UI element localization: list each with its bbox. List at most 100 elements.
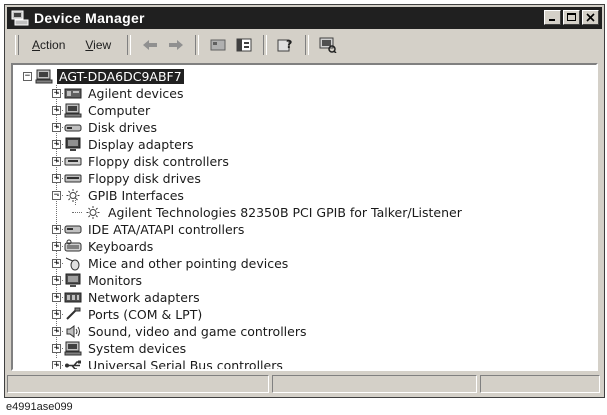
toolbar-separator <box>195 35 200 55</box>
network-adapter-icon <box>64 290 82 305</box>
figure-caption: e4991ase099 <box>6 401 73 413</box>
category-label[interactable]: Agilent devices <box>86 86 186 101</box>
maximize-button[interactable] <box>563 10 580 25</box>
status-cell <box>272 375 477 393</box>
category-item-gpib-interfaces[interactable]: − GPIB Interfaces <box>13 187 464 204</box>
category-label[interactable]: Mice and other pointing devices <box>86 256 290 271</box>
category-item-display-adapters[interactable]: + Display adapters <box>13 136 464 153</box>
category-item-ports-com-lpt[interactable]: + Ports (COM & LPT) <box>13 306 464 323</box>
tree-view-icon[interactable] <box>234 36 254 54</box>
device-label[interactable]: Agilent Technologies 82350B PCI GPIB for… <box>106 205 464 220</box>
tree-connector <box>57 178 63 179</box>
status-bar <box>7 375 602 395</box>
agilent-device-icon <box>64 86 82 101</box>
category-label[interactable]: Sound, video and game controllers <box>86 324 309 339</box>
tree-root[interactable]: − AGT-DDA6DC9ABF7 <box>13 68 464 85</box>
category-item-network-adapters[interactable]: + Network adapters <box>13 289 464 306</box>
category-item-computer[interactable]: + Computer <box>13 102 464 119</box>
gpib-icon <box>64 188 82 203</box>
tree-connector <box>72 212 82 213</box>
category-item-keyboards[interactable]: + Keyboards <box>13 238 464 255</box>
device-manager-window: Device Manager Action View ? − AGT-DDA6D… <box>4 4 605 398</box>
category-label[interactable]: Universal Serial Bus controllers <box>86 358 285 369</box>
properties-icon[interactable] <box>208 36 228 54</box>
category-item-floppy-disk-controllers[interactable]: + Floppy disk controllers <box>13 153 464 170</box>
tree-connector <box>57 127 63 128</box>
device-list-item[interactable]: Agilent Technologies 82350B PCI GPIB for… <box>13 204 464 221</box>
tree-connector <box>57 246 63 247</box>
display-adapter-icon <box>64 137 82 152</box>
minimize-icon <box>549 19 555 21</box>
category-label[interactable]: System devices <box>86 341 188 356</box>
action-menu[interactable]: Action <box>22 38 75 52</box>
tree-connector <box>57 144 63 145</box>
tree-connector <box>57 161 63 162</box>
category-label[interactable]: GPIB Interfaces <box>86 188 186 203</box>
usb-icon <box>64 358 82 369</box>
category-item-disk-drives[interactable]: + Disk drives <box>13 119 464 136</box>
tree-connector <box>57 229 63 230</box>
tree-connector <box>57 297 63 298</box>
category-label[interactable]: Display adapters <box>86 137 195 152</box>
ide-controller-icon <box>64 222 82 237</box>
toolbar-separator <box>127 35 132 55</box>
maximize-icon <box>567 13 576 21</box>
tree-connector <box>57 280 63 281</box>
category-label[interactable]: Computer <box>86 103 152 118</box>
help-icon[interactable]: ? <box>276 36 296 54</box>
close-button[interactable] <box>582 10 599 25</box>
scan-hardware-icon[interactable] <box>318 36 338 54</box>
category-label[interactable]: Monitors <box>86 273 144 288</box>
keyboard-icon <box>64 239 82 254</box>
tree-connector <box>57 348 63 349</box>
category-item-system-devices[interactable]: + System devices <box>13 340 464 357</box>
tree-connector <box>57 365 63 366</box>
category-label[interactable]: Keyboards <box>86 239 155 254</box>
category-item-agilent-devices[interactable]: + Agilent devices <box>13 85 464 102</box>
tree-connector <box>57 93 63 94</box>
category-label[interactable]: Network adapters <box>86 290 202 305</box>
title-bar[interactable]: Device Manager <box>7 7 602 29</box>
category-label[interactable]: Ports (COM & LPT) <box>86 307 204 322</box>
device-tree-pane[interactable]: − AGT-DDA6DC9ABF7 + Agilent devices + Compu… <box>11 63 598 371</box>
category-label[interactable]: Floppy disk drives <box>86 171 203 186</box>
monitor-icon <box>64 273 82 288</box>
collapse-root-button[interactable]: − <box>23 72 32 81</box>
category-item-sound-video-and-game-controllers[interactable]: + Sound, video and game controllers <box>13 323 464 340</box>
forward-arrow-icon[interactable] <box>166 36 186 54</box>
back-arrow-icon[interactable] <box>140 36 160 54</box>
category-item-universal-serial-bus-controllers[interactable]: + Universal Serial Bus controllers <box>13 357 464 369</box>
gpib-icon <box>84 205 102 220</box>
category-label[interactable]: Floppy disk controllers <box>86 154 231 169</box>
view-menu[interactable]: View <box>75 38 121 52</box>
toolbar: Action View ? <box>7 31 602 59</box>
status-cell <box>480 375 600 393</box>
category-item-ide-ata-atapi-controllers[interactable]: + IDE ATA/ATAPI controllers <box>13 221 464 238</box>
category-label[interactable]: Disk drives <box>86 120 159 135</box>
floppy-controller-icon <box>64 154 82 169</box>
mouse-icon <box>64 256 82 271</box>
port-icon <box>64 307 82 322</box>
tree-connector <box>57 331 63 332</box>
minimize-button[interactable] <box>544 10 561 25</box>
category-item-floppy-disk-drives[interactable]: + Floppy disk drives <box>13 170 464 187</box>
toolbar-separator <box>305 35 310 55</box>
tree-connector <box>57 110 63 111</box>
tree-connector <box>57 195 63 196</box>
toolbar-grip[interactable] <box>15 35 19 55</box>
computer-icon <box>35 69 53 84</box>
category-item-mice-and-other-pointing-devices[interactable]: + Mice and other pointing devices <box>13 255 464 272</box>
device-tree: − AGT-DDA6DC9ABF7 + Agilent devices + Compu… <box>13 68 464 369</box>
computer-name[interactable]: AGT-DDA6DC9ABF7 <box>57 69 184 84</box>
status-cell <box>7 375 269 393</box>
floppy-drive-icon <box>64 171 82 186</box>
window-title: Device Manager <box>34 10 145 26</box>
category-label[interactable]: IDE ATA/ATAPI controllers <box>86 222 246 237</box>
tree-connector <box>57 314 63 315</box>
close-icon <box>586 13 595 22</box>
toolbar-separator <box>263 35 268 55</box>
tree-connector <box>57 263 63 264</box>
category-item-monitors[interactable]: + Monitors <box>13 272 464 289</box>
device-manager-icon <box>11 10 29 26</box>
disk-drive-icon <box>64 120 82 135</box>
